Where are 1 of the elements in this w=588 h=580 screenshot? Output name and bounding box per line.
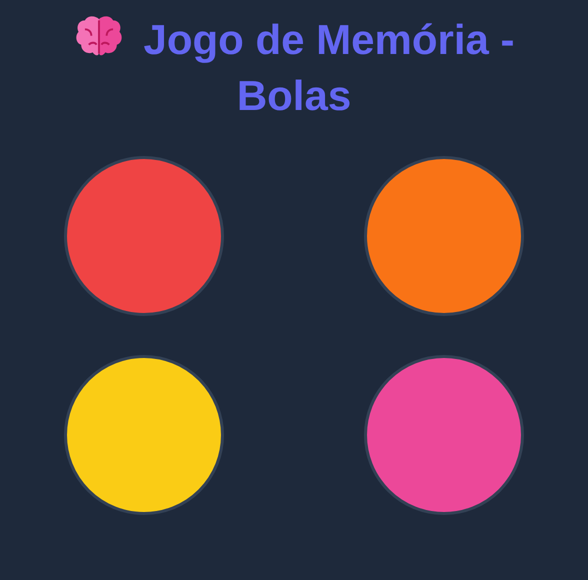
game-title: Jogo de Memória - Bolas [143, 16, 515, 119]
